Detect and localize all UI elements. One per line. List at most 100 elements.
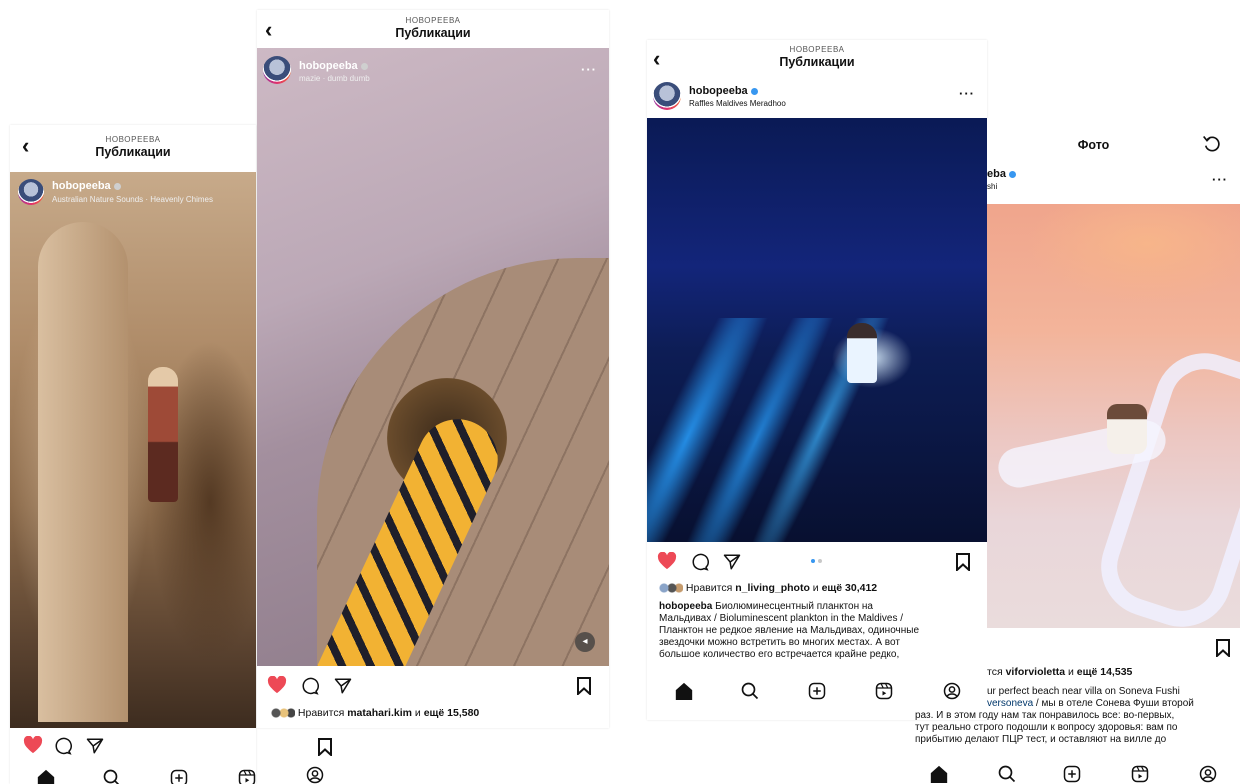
verified-icon bbox=[360, 62, 368, 70]
more-icon[interactable]: ··· bbox=[959, 86, 975, 101]
share-icon[interactable] bbox=[334, 677, 352, 695]
post-photo[interactable] bbox=[987, 204, 1240, 628]
bookmark-icon[interactable] bbox=[318, 738, 332, 756]
likes-row[interactable]: Нравится matahari.kim и ещё 15,580 bbox=[271, 707, 479, 720]
liker-avatars bbox=[271, 708, 295, 719]
home-icon[interactable] bbox=[674, 682, 694, 700]
home-icon[interactable] bbox=[36, 769, 56, 784]
comment-icon[interactable] bbox=[301, 677, 319, 695]
screen-2-header: НОВОРЕЕВА Публикации bbox=[257, 16, 609, 41]
verified-icon bbox=[750, 87, 758, 95]
caption-line: звездочки можно встретить во многих мест… bbox=[659, 637, 900, 648]
fabric-swirl bbox=[1088, 340, 1240, 628]
sound-icon[interactable]: ◂ bbox=[575, 632, 595, 652]
add-icon[interactable] bbox=[808, 682, 826, 700]
post-subtitle[interactable]: mazie · dumb dumb bbox=[299, 74, 370, 83]
likes-count[interactable]: ещё 14,535 bbox=[1077, 666, 1133, 678]
more-icon[interactable]: ··· bbox=[1212, 172, 1228, 187]
caption-line: Мальдивах / Bioluminescent plankton in t… bbox=[659, 613, 903, 624]
caption-line: Биолюминесцентный планктон на bbox=[715, 601, 873, 612]
comment-icon[interactable] bbox=[691, 553, 709, 571]
username-text: hobopeeba bbox=[299, 60, 358, 72]
bottom-nav bbox=[915, 760, 1240, 784]
heart-icon[interactable] bbox=[23, 736, 43, 754]
share-icon[interactable] bbox=[86, 737, 104, 755]
comment-icon[interactable] bbox=[54, 737, 72, 755]
refresh-icon[interactable] bbox=[1202, 134, 1222, 154]
person-figure bbox=[148, 367, 178, 502]
caption-line: прибытию делают ПЦР тест, и оставляют на… bbox=[915, 734, 1167, 745]
caption-line: Планктон не редкое явление на Мальдивах,… bbox=[659, 625, 920, 636]
bookmark-icon[interactable] bbox=[1216, 639, 1230, 657]
post-video[interactable] bbox=[10, 172, 256, 728]
screen-3: ‹ НОВОРЕЕВА Публикации hobopeeba Raffles… bbox=[647, 40, 987, 720]
bookmark-icon[interactable] bbox=[577, 677, 591, 695]
post-username[interactable]: hobopeeba bbox=[689, 85, 758, 97]
carousel-dots bbox=[811, 559, 823, 563]
avatar[interactable] bbox=[653, 82, 681, 110]
avatar[interactable] bbox=[18, 179, 44, 205]
add-icon[interactable] bbox=[1063, 765, 1081, 783]
post-video[interactable] bbox=[257, 48, 609, 666]
likes-row[interactable]: тся viforvioletta и ещё 14,535 bbox=[987, 666, 1132, 679]
screen-4: Фото eba shi ··· тся viforvioletta и ещё… bbox=[987, 118, 1240, 784]
profile-icon[interactable] bbox=[943, 682, 961, 700]
likes-prefix: тся bbox=[987, 666, 1003, 678]
header-title: Публикации bbox=[779, 55, 855, 69]
username-text: hobopeeba bbox=[52, 180, 111, 192]
caption-line: ur perfect beach near villa on Soneva Fu… bbox=[987, 686, 1180, 697]
add-icon[interactable] bbox=[170, 769, 188, 784]
profile-icon[interactable] bbox=[1199, 765, 1217, 783]
share-icon[interactable] bbox=[723, 553, 741, 571]
likes-count[interactable]: ещё 30,412 bbox=[822, 582, 878, 594]
likes-mid: и bbox=[812, 582, 819, 594]
home-icon[interactable] bbox=[929, 765, 949, 783]
username-text: eba bbox=[987, 168, 1006, 180]
likes-user[interactable]: matahari.kim bbox=[347, 707, 412, 719]
screen-2: ‹ НОВОРЕЕВА Публикации hobopeeba mazie ·… bbox=[257, 10, 609, 728]
screen-3-header: НОВОРЕЕВА Публикации bbox=[647, 45, 987, 70]
post-caption: ur perfect beach near villa on Soneva Fu… bbox=[987, 686, 1240, 710]
post-username[interactable]: eba bbox=[987, 168, 1016, 180]
likes-row[interactable]: Нравится n_living_photo и ещё 30,412 bbox=[659, 582, 877, 595]
post-caption: hobopeeba Биолюминесцентный планктон на … bbox=[659, 601, 979, 661]
caption-username[interactable]: hobopeeba bbox=[659, 601, 712, 612]
more-icon[interactable]: ··· bbox=[581, 62, 597, 77]
header-title: Публикации bbox=[95, 145, 171, 159]
likes-user[interactable]: viforvioletta bbox=[1006, 666, 1066, 678]
post-location[interactable]: shi bbox=[987, 182, 997, 191]
post-username[interactable]: hobopeeba bbox=[52, 180, 121, 192]
post-username[interactable]: hobopeeba bbox=[299, 60, 368, 72]
reels-icon[interactable] bbox=[875, 682, 893, 700]
avatar[interactable] bbox=[263, 56, 291, 84]
reels-icon[interactable] bbox=[1131, 765, 1149, 783]
post-photo[interactable] bbox=[647, 118, 987, 542]
verified-icon bbox=[113, 182, 121, 190]
post-location[interactable]: Raffles Maldives Meradhoo bbox=[689, 99, 786, 108]
likes-mid: и bbox=[414, 707, 421, 719]
heart-icon[interactable] bbox=[267, 676, 287, 694]
archway bbox=[38, 222, 128, 722]
verified-icon bbox=[1008, 170, 1016, 178]
username-text: hobopeeba bbox=[689, 85, 748, 97]
screen-1: ‹ НОВОРЕЕВА Публикации hobopeeba Austral… bbox=[10, 125, 256, 784]
header-title: Публикации bbox=[395, 26, 471, 40]
likes-count[interactable]: ещё 15,580 bbox=[424, 707, 480, 719]
search-icon[interactable] bbox=[103, 769, 121, 784]
heart-icon[interactable] bbox=[657, 552, 677, 570]
caption-link[interactable]: versoneva bbox=[987, 698, 1033, 709]
caption-line: раз. И в этом году нам так понравилось в… bbox=[915, 710, 1175, 721]
caption-line: / мы в отеле Сонева Фуши второй bbox=[1035, 698, 1194, 709]
liker-avatars bbox=[659, 583, 683, 594]
bookmark-icon[interactable] bbox=[956, 553, 970, 571]
search-icon[interactable] bbox=[741, 682, 759, 700]
reels-icon[interactable] bbox=[238, 769, 256, 784]
likes-user[interactable]: n_living_photo bbox=[735, 582, 810, 594]
header-account: НОВОРЕЕВА bbox=[105, 135, 161, 144]
profile-icon[interactable] bbox=[306, 766, 324, 784]
post-subtitle[interactable]: Australian Nature Sounds · Heavenly Chim… bbox=[52, 195, 213, 204]
post-caption-continued: раз. И в этом году нам так понравилось в… bbox=[915, 710, 1240, 746]
header-account: НОВОРЕЕВА bbox=[405, 16, 461, 25]
glowing-waves bbox=[647, 318, 983, 542]
search-icon[interactable] bbox=[998, 765, 1016, 783]
